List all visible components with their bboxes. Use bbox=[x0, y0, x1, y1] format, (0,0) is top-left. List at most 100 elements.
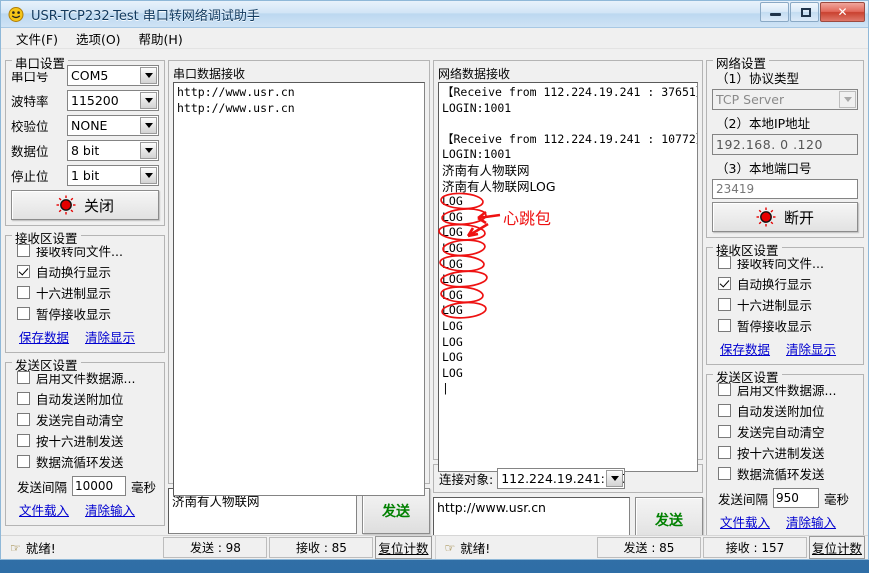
serial-data-recv-group: 串口数据接收 http://www.usr.cn http://www.usr.… bbox=[168, 60, 430, 496]
checkbox-clear-after-send[interactable] bbox=[17, 413, 30, 426]
connection-target-combo[interactable]: 112.224.19.241:107 bbox=[497, 468, 626, 489]
close-button[interactable]: ✕ bbox=[820, 2, 865, 22]
data-bits-combo[interactable]: 8 bit bbox=[67, 140, 159, 161]
net-recv-line: LOG bbox=[442, 194, 463, 209]
net-recv-links: 保存数据 清除显示 bbox=[720, 339, 858, 358]
menu-item-file[interactable]: 文件(F) bbox=[7, 27, 67, 50]
local-port-input[interactable]: 23419 bbox=[712, 179, 858, 199]
checkbox-net-hex-send[interactable] bbox=[718, 446, 731, 459]
net-recv-line: LOGIN:1001 bbox=[442, 100, 512, 115]
link-clear-input[interactable]: 清除输入 bbox=[85, 500, 135, 519]
chevron-down-icon[interactable] bbox=[140, 167, 157, 184]
checkbox-row-net-loop-send[interactable]: 数据流循环发送 bbox=[718, 464, 858, 483]
link-load-file[interactable]: 文件载入 bbox=[19, 500, 69, 519]
stop-bits-combo[interactable]: 1 bit bbox=[67, 165, 159, 186]
net-disconnect-button-label: 断开 bbox=[783, 208, 814, 227]
com-port-combo[interactable]: COM5 bbox=[67, 65, 159, 86]
serial-close-button-label: 关闭 bbox=[83, 196, 114, 215]
serial-reset-count-button[interactable]: 复位计数 bbox=[375, 536, 432, 559]
menu-item-help[interactable]: 帮助(H) bbox=[130, 27, 192, 50]
link-net-load-file[interactable]: 文件载入 bbox=[720, 512, 770, 531]
checkbox-row-net-auto-append[interactable]: 自动发送附加位 bbox=[718, 401, 858, 420]
net-recv-line: LOG bbox=[442, 272, 463, 287]
baud-rate-combo[interactable]: 115200 bbox=[67, 90, 159, 111]
net-sent-count: 发送 : 85 bbox=[596, 537, 701, 558]
status-bar: ☞ 就绪! 发送 : 98 接收 : 85 复位计数 ☞ 就绪! 发送 : 85… bbox=[1, 535, 868, 559]
chevron-down-icon[interactable] bbox=[140, 67, 157, 84]
checkbox-row-net-pause-recv[interactable]: 暂停接收显示 bbox=[718, 316, 858, 335]
serial-recv-line: http://www.usr.cn bbox=[177, 85, 295, 99]
net-disconnect-button[interactable]: 断开 bbox=[712, 202, 858, 232]
maximize-button[interactable] bbox=[790, 2, 819, 22]
checkbox-label-net-auto-append: 自动发送附加位 bbox=[737, 404, 825, 419]
checkbox-net-auto-append[interactable] bbox=[718, 404, 731, 417]
net-recv-line: LOG bbox=[442, 256, 463, 271]
link-clear-display[interactable]: 清除显示 bbox=[85, 327, 135, 346]
checkbox-net-file-source[interactable] bbox=[718, 383, 731, 396]
field-row-parity: 校验位 NONE bbox=[11, 115, 159, 136]
checkbox-net-clear-after-send[interactable] bbox=[718, 425, 731, 438]
checkbox-auto-wrap[interactable] bbox=[17, 265, 30, 278]
checkbox-recv-to-file[interactable] bbox=[17, 244, 30, 257]
checkbox-label-net-clear-after-send: 发送完自动清空 bbox=[737, 425, 825, 440]
checkbox-label-auto-append: 自动发送附加位 bbox=[36, 392, 124, 407]
app-smiley-icon bbox=[7, 5, 25, 23]
link-net-clear-input[interactable]: 清除输入 bbox=[786, 512, 836, 531]
net-reset-count-button[interactable]: 复位计数 bbox=[808, 536, 865, 559]
net-recv-line: LOG bbox=[442, 240, 463, 255]
checkbox-row-clear-after-send[interactable]: 发送完自动清空 bbox=[17, 410, 159, 429]
checkbox-file-source[interactable] bbox=[17, 371, 30, 384]
checkbox-row-hex-send[interactable]: 按十六进制发送 bbox=[17, 431, 159, 450]
checkbox-row-hex-display[interactable]: 十六进制显示 bbox=[17, 283, 159, 302]
field-row-data-bits: 数据位 8 bit bbox=[11, 140, 159, 161]
protocol-type-combo[interactable]: TCP Server bbox=[712, 89, 858, 110]
field-row-stop-bits: 停止位 1 bit bbox=[11, 165, 159, 186]
serial-data-recv-legend: 串口数据接收 bbox=[173, 67, 246, 81]
checkbox-label-pause-recv: 暂停接收显示 bbox=[36, 307, 112, 322]
serial-settings-group: 串口设置 串口号 COM5 波特率 115200 校验位 NONE 数据位 8 … bbox=[5, 53, 165, 226]
checkbox-row-auto-wrap[interactable]: 自动换行显示 bbox=[17, 262, 159, 281]
chevron-down-icon[interactable] bbox=[839, 91, 856, 108]
checkbox-row-loop-send[interactable]: 数据流循环发送 bbox=[17, 452, 159, 471]
net-recv-line: 【Receive from 112.224.19.241 : 37651】: bbox=[442, 85, 698, 99]
checkbox-net-loop-send[interactable] bbox=[718, 467, 731, 480]
checkbox-row-net-auto-wrap[interactable]: 自动换行显示 bbox=[718, 274, 858, 293]
serial-data-recv-textarea[interactable]: http://www.usr.cn http://www.usr.cn bbox=[173, 82, 425, 496]
checkbox-row-net-hex-send[interactable]: 按十六进制发送 bbox=[718, 443, 858, 462]
link-net-save-data[interactable]: 保存数据 bbox=[720, 339, 770, 358]
checkbox-net-hex-display[interactable] bbox=[718, 298, 731, 311]
send-interval-input[interactable]: 10000 bbox=[72, 476, 127, 496]
checkbox-net-recv-to-file[interactable] bbox=[718, 256, 731, 269]
minimize-button[interactable] bbox=[760, 2, 789, 22]
checkbox-hex-display[interactable] bbox=[17, 286, 30, 299]
checkbox-row-net-hex-display[interactable]: 十六进制显示 bbox=[718, 295, 858, 314]
chevron-down-icon[interactable] bbox=[606, 470, 624, 487]
local-ip-input[interactable]: 192.168. 0 .120 bbox=[712, 134, 858, 155]
net-data-recv-textarea[interactable]: 【Receive from 112.224.19.241 : 37651】: LO… bbox=[438, 82, 698, 472]
serial-send-interval-row: 发送间隔 10000 毫秒 bbox=[17, 476, 159, 496]
checkbox-row-auto-append[interactable]: 自动发送附加位 bbox=[17, 389, 159, 408]
chevron-down-icon[interactable] bbox=[140, 92, 157, 109]
checkbox-row-net-clear-after-send[interactable]: 发送完自动清空 bbox=[718, 422, 858, 441]
checkbox-row-pause-recv[interactable]: 暂停接收显示 bbox=[17, 304, 159, 323]
serial-close-button[interactable]: 关闭 bbox=[11, 190, 159, 220]
label-parity: 校验位 bbox=[11, 119, 49, 134]
network-data-panel: 网络数据接收 【Receive from 112.224.19.241 : 37… bbox=[433, 51, 703, 543]
link-net-clear-display[interactable]: 清除显示 bbox=[786, 339, 836, 358]
chevron-down-icon[interactable] bbox=[140, 117, 157, 134]
checkbox-net-pause-recv[interactable] bbox=[718, 319, 731, 332]
parity-combo[interactable]: NONE bbox=[67, 115, 159, 136]
chevron-down-icon[interactable] bbox=[140, 142, 157, 159]
checkbox-loop-send[interactable] bbox=[17, 455, 30, 468]
net-recv-line: LOGIN:1001 bbox=[442, 147, 512, 162]
label-net-send-interval: 发送间隔 bbox=[718, 491, 769, 507]
serial-data-panel: 串口数据接收 http://www.usr.cn http://www.usr.… bbox=[168, 51, 430, 535]
checkbox-auto-append[interactable] bbox=[17, 392, 30, 405]
checkbox-pause-recv[interactable] bbox=[17, 307, 30, 320]
menu-item-options[interactable]: 选项(O) bbox=[67, 27, 130, 50]
net-send-interval-input[interactable]: 950 bbox=[773, 488, 820, 508]
right-panel: 网络设置 （1）协议类型 TCP Server （2）本地IP地址 192.16… bbox=[706, 51, 864, 538]
checkbox-hex-send[interactable] bbox=[17, 434, 30, 447]
link-save-data[interactable]: 保存数据 bbox=[19, 327, 69, 346]
checkbox-net-auto-wrap[interactable] bbox=[718, 277, 731, 290]
